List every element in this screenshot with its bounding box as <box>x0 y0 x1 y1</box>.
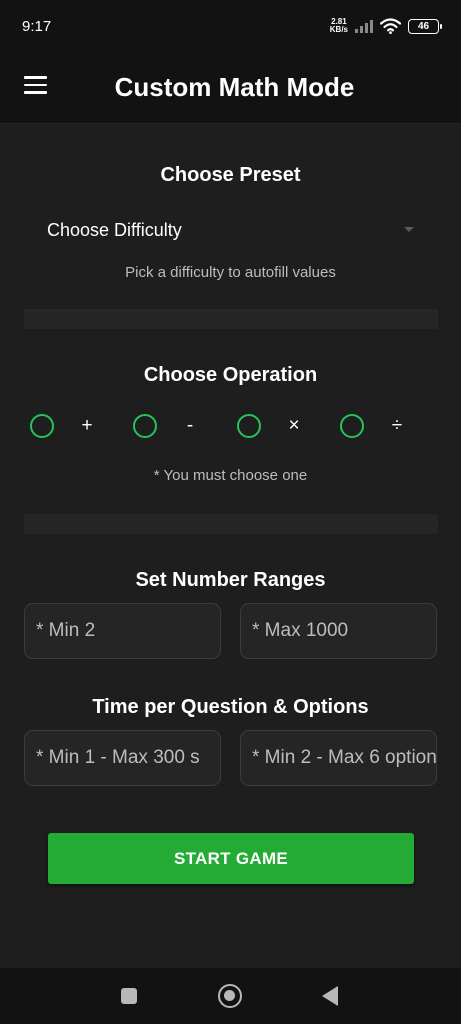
multiplication-radio[interactable] <box>237 414 261 438</box>
battery-icon: 46 <box>408 18 442 34</box>
difficulty-dropdown[interactable]: Choose Difficulty <box>24 210 424 250</box>
min-number-placeholder: * Min 2 <box>36 620 96 641</box>
start-game-button[interactable]: START GAME <box>48 833 414 884</box>
status-time: 9:17 <box>22 17 52 35</box>
cell-signal-icon <box>355 19 373 33</box>
max-number-input[interactable]: * Max 1000 <box>240 603 437 659</box>
max-number-placeholder: * Max 1000 <box>252 620 349 641</box>
main-content: Choose Preset Choose Difficulty Pick a d… <box>0 124 461 968</box>
section-divider <box>24 514 438 534</box>
back-icon[interactable] <box>322 986 338 1006</box>
subtraction-radio[interactable] <box>133 414 157 438</box>
time-per-question-placeholder: * Min 1 - Max 300 s <box>36 747 200 768</box>
status-bar: 9:17 2.81 KB/s 46 <box>0 0 461 52</box>
battery-level: 46 <box>417 20 430 32</box>
time-per-question-input[interactable]: * Min 1 - Max 300 s <box>24 730 221 786</box>
multiplication-label: × <box>288 415 300 436</box>
addition-label: + <box>81 415 93 436</box>
system-nav-bar <box>0 968 461 1024</box>
answer-options-input[interactable]: * Min 2 - Max 6 options <box>240 730 437 786</box>
preset-helper-text: Pick a difficulty to autofill values <box>125 264 336 281</box>
wifi-icon <box>380 18 401 34</box>
network-speed-unit: KB/s <box>329 25 348 34</box>
answer-options-placeholder: * Min 2 - Max 6 options <box>252 747 437 768</box>
home-icon[interactable] <box>218 984 242 1008</box>
division-radio[interactable] <box>340 414 364 438</box>
preset-section-title: Choose Preset <box>160 164 301 186</box>
start-game-label: START GAME <box>173 848 289 868</box>
app-bar: Custom Math Mode <box>0 52 461 124</box>
status-icons: 2.81 KB/s 46 <box>330 18 442 34</box>
time-section-title: Time per Question & Options <box>92 696 369 718</box>
difficulty-dropdown-value: Choose Difficulty <box>47 219 182 240</box>
dropdown-arrow-icon <box>404 227 414 232</box>
subtraction-label: - <box>186 415 194 436</box>
network-speed: 2.81 KB/s <box>330 18 348 34</box>
operation-helper-text: * You must choose one <box>153 467 308 484</box>
recent-apps-icon[interactable] <box>121 988 137 1004</box>
operation-section-title: Choose Operation <box>143 364 318 386</box>
ranges-section-title: Set Number Ranges <box>135 569 326 591</box>
hamburger-menu-icon[interactable] <box>24 72 52 98</box>
addition-radio[interactable] <box>30 414 54 438</box>
section-divider <box>24 309 438 329</box>
operation-options: + - × ÷ <box>0 412 461 442</box>
page-title: Custom Math Mode <box>114 72 355 102</box>
min-number-input[interactable]: * Min 2 <box>24 603 221 659</box>
division-label: ÷ <box>391 415 403 436</box>
